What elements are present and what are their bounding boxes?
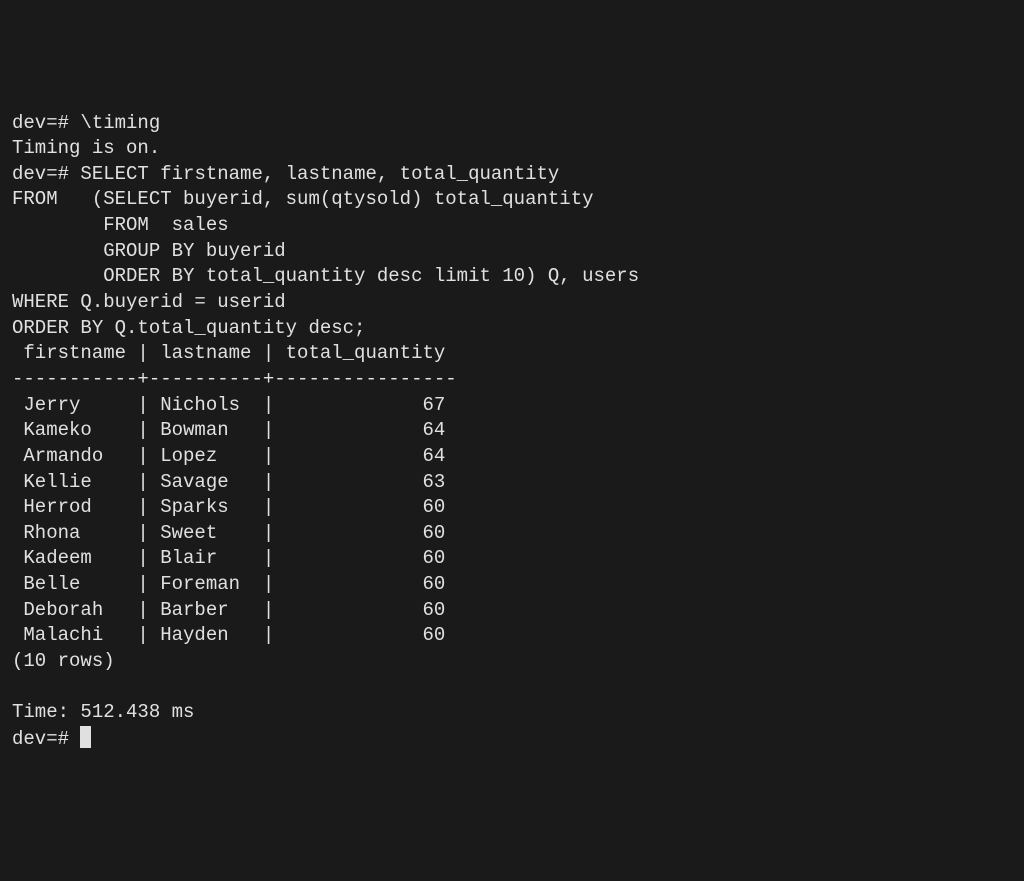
table-row: Herrod | Sparks | 60 bbox=[12, 496, 445, 518]
query-line: FROM sales bbox=[12, 214, 229, 236]
terminal-output: dev=# \timing Timing is on. dev=# SELECT… bbox=[12, 111, 1012, 753]
query-line: ORDER BY total_quantity desc limit 10) Q… bbox=[12, 265, 639, 287]
table-row: Deborah | Barber | 60 bbox=[12, 599, 445, 621]
timing-label: Time: bbox=[12, 701, 69, 723]
query-line: SELECT firstname, lastname, total_quanti… bbox=[80, 163, 559, 185]
table-row: Kameko | Bowman | 64 bbox=[12, 419, 445, 441]
timing-value: 512.438 ms bbox=[80, 701, 194, 723]
timing-command: \timing bbox=[80, 112, 160, 134]
table-header: firstname | lastname | total_quantity bbox=[12, 342, 445, 364]
row-count: (10 rows) bbox=[12, 650, 115, 672]
query-line: FROM (SELECT buyerid, sum(qtysold) total… bbox=[12, 188, 594, 210]
table-row: Armando | Lopez | 64 bbox=[12, 445, 445, 467]
table-row: Jerry | Nichols | 67 bbox=[12, 394, 445, 416]
table-row: Kellie | Savage | 63 bbox=[12, 471, 445, 493]
prompt: dev=# bbox=[12, 728, 69, 750]
query-line: WHERE Q.buyerid = userid bbox=[12, 291, 286, 313]
table-row: Kadeem | Blair | 60 bbox=[12, 547, 445, 569]
table-separator: -----------+----------+---------------- bbox=[12, 368, 457, 390]
query-line: ORDER BY Q.total_quantity desc; bbox=[12, 317, 365, 339]
cursor-icon[interactable] bbox=[80, 726, 91, 748]
prompt: dev=# bbox=[12, 163, 69, 185]
prompt: dev=# bbox=[12, 112, 69, 134]
timing-message: Timing is on. bbox=[12, 137, 160, 159]
query-line: GROUP BY buyerid bbox=[12, 240, 286, 262]
table-row: Rhona | Sweet | 60 bbox=[12, 522, 445, 544]
table-row: Malachi | Hayden | 60 bbox=[12, 624, 445, 646]
table-row: Belle | Foreman | 60 bbox=[12, 573, 445, 595]
